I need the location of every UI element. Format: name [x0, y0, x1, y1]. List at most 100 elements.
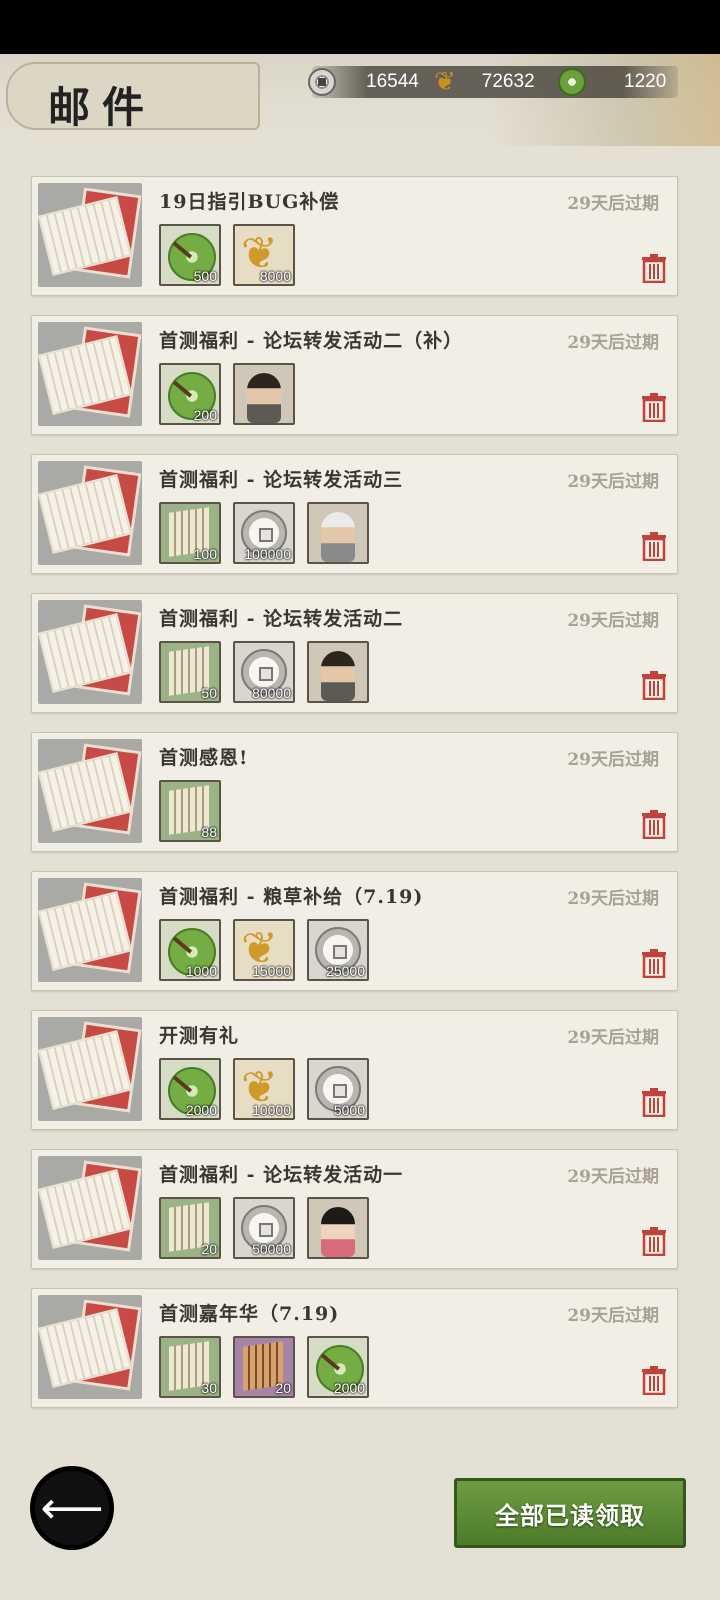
- mail-expiry: 29天后过期: [567, 889, 659, 909]
- mail-title: 开测有礼: [159, 1025, 240, 1047]
- currency-grain[interactable]: ❦ 72632: [434, 66, 535, 98]
- trash-icon[interactable]: [641, 253, 667, 284]
- trash-icon[interactable]: [641, 809, 667, 840]
- mail-expiry: 29天后过期: [567, 1167, 659, 1187]
- mail-item[interactable]: 首测嘉年华（7.19) 29天后过期 30 20 2000: [31, 1288, 678, 1408]
- mail-book-icon: [38, 1156, 142, 1260]
- mail-title: 首测福利 - 论坛转发活动一: [159, 1164, 404, 1186]
- reward-count: 25000: [326, 963, 365, 979]
- mail-title: 首测福利 - 论坛转发活动三: [159, 469, 404, 491]
- hero-portrait-icon[interactable]: [233, 363, 295, 425]
- silver-reward-icon[interactable]: 80000: [233, 641, 295, 703]
- mail-book-icon: [38, 461, 142, 565]
- trash-icon[interactable]: [641, 531, 667, 562]
- header: 邮件 16544 ❦ 72632 1220: [0, 54, 720, 146]
- silver-amount: 16544: [366, 71, 419, 92]
- silver-reward-icon[interactable]: 100000: [233, 502, 295, 564]
- silver-reward-icon[interactable]: 50000: [233, 1197, 295, 1259]
- currency-bar: 16544 ❦ 72632 1220: [308, 66, 678, 98]
- trash-icon[interactable]: [641, 1087, 667, 1118]
- grain-reward-icon[interactable]: ❦ 15000: [233, 919, 295, 981]
- mail-item[interactable]: 首测福利 - 论坛转发活动二 29天后过期 50 80000: [31, 593, 678, 713]
- jade-reward-icon[interactable]: 200: [159, 363, 221, 425]
- mail-title: 首测福利 - 粮草补给（7.19): [159, 886, 424, 908]
- mail-item[interactable]: 19日指引BUG补偿 29天后过期 500 ❦ 8000: [31, 176, 678, 296]
- currency-silver[interactable]: 16544: [308, 66, 419, 98]
- mail-expiry: 29天后过期: [567, 472, 659, 492]
- reward-art: [247, 373, 281, 423]
- silver-reward-icon[interactable]: 5000: [307, 1058, 369, 1120]
- mail-expiry: 29天后过期: [567, 333, 659, 353]
- reward-count: 1000: [185, 963, 217, 979]
- reward-art: [321, 512, 355, 562]
- mail-title: 首测嘉年华（7.19): [159, 1303, 340, 1325]
- grain-amount: 72632: [481, 71, 535, 92]
- status-bar: [0, 0, 720, 54]
- scroll-reward-icon[interactable]: 30: [159, 1336, 221, 1398]
- reward-count: 15000: [252, 963, 291, 979]
- claim-all-button[interactable]: 全部已读领取: [454, 1478, 686, 1548]
- jade-amount: 1220: [624, 71, 667, 92]
- mail-book-icon: [38, 1295, 142, 1399]
- mail-rewards: 30 20 2000: [159, 1336, 369, 1398]
- hero-portrait-icon[interactable]: [307, 502, 369, 564]
- silver-coin-icon: [308, 68, 336, 96]
- trash-icon[interactable]: [641, 670, 667, 701]
- reward-count: 80000: [252, 685, 291, 701]
- mail-item[interactable]: 首测福利 - 论坛转发活动一 29天后过期 20 50000: [31, 1149, 678, 1269]
- mail-book-icon: [38, 739, 142, 843]
- reward-count: 20: [275, 1380, 291, 1396]
- mail-item[interactable]: 首测感恩! 29天后过期 88: [31, 732, 678, 852]
- reward-count: 500: [193, 268, 217, 284]
- mail-rewards: 100 100000: [159, 502, 369, 564]
- hero-portrait-icon[interactable]: [307, 641, 369, 703]
- reward-art: [321, 651, 355, 701]
- mail-item[interactable]: 开测有礼 29天后过期 2000 ❦ 10000 5000: [31, 1010, 678, 1130]
- jade-reward-icon[interactable]: 2000: [159, 1058, 221, 1120]
- mail-expiry: 29天后过期: [567, 750, 659, 770]
- mail-title: 19日指引BUG补偿: [159, 191, 340, 213]
- grain-icon: ❦: [434, 67, 456, 97]
- grain-reward-icon[interactable]: ❦ 8000: [233, 224, 295, 286]
- currency-jade[interactable]: 1220: [558, 66, 666, 98]
- mail-item[interactable]: 首测福利 - 粮草补给（7.19) 29天后过期 1000 ❦ 15000 25000: [31, 871, 678, 991]
- mail-book-icon: [38, 600, 142, 704]
- reward-count: 50: [201, 685, 217, 701]
- page-title: 邮件: [48, 83, 157, 132]
- reward-count: 100000: [244, 546, 291, 562]
- mail-expiry: 29天后过期: [567, 1028, 659, 1048]
- scroll-reward-icon[interactable]: 88: [159, 780, 221, 842]
- scroll-reward-icon[interactable]: 100: [159, 502, 221, 564]
- scroll-reward-icon[interactable]: 50: [159, 641, 221, 703]
- mail-title: 首测感恩!: [159, 747, 249, 769]
- back-button[interactable]: ⟵: [30, 1466, 114, 1550]
- mail-rewards: 200: [159, 363, 295, 425]
- jade-reward-icon[interactable]: 1000: [159, 919, 221, 981]
- purple-scroll-reward-icon[interactable]: 20: [233, 1336, 295, 1398]
- reward-count: 20: [201, 1241, 217, 1257]
- trash-icon[interactable]: [641, 1226, 667, 1257]
- reward-count: 50000: [252, 1241, 291, 1257]
- mail-rewards: 500 ❦ 8000: [159, 224, 295, 286]
- mail-item[interactable]: 首测福利 - 论坛转发活动二（补） 29天后过期 200: [31, 315, 678, 435]
- mail-item[interactable]: 首测福利 - 论坛转发活动三 29天后过期 100 100000: [31, 454, 678, 574]
- trash-icon[interactable]: [641, 1365, 667, 1396]
- trash-icon[interactable]: [641, 948, 667, 979]
- jade-reward-icon[interactable]: 2000: [307, 1336, 369, 1398]
- jade-reward-icon[interactable]: 500: [159, 224, 221, 286]
- trash-icon[interactable]: [641, 392, 667, 423]
- grain-reward-icon[interactable]: ❦ 10000: [233, 1058, 295, 1120]
- reward-count: 8000: [259, 268, 291, 284]
- mail-title: 首测福利 - 论坛转发活动二: [159, 608, 404, 630]
- mail-rewards: 88: [159, 780, 221, 842]
- mail-rewards: 20 50000: [159, 1197, 369, 1259]
- scroll-reward-icon[interactable]: 20: [159, 1197, 221, 1259]
- silver-reward-icon[interactable]: 25000: [307, 919, 369, 981]
- reward-count: 5000: [333, 1102, 365, 1118]
- back-arrow-icon: ⟵: [40, 1482, 104, 1534]
- reward-count: 200: [193, 407, 217, 423]
- jade-coin-icon: [558, 68, 586, 96]
- mail-title: 首测福利 - 论坛转发活动二（补）: [159, 330, 464, 352]
- hero-portrait-icon[interactable]: [307, 1197, 369, 1259]
- title-plaque: 邮件: [6, 62, 260, 132]
